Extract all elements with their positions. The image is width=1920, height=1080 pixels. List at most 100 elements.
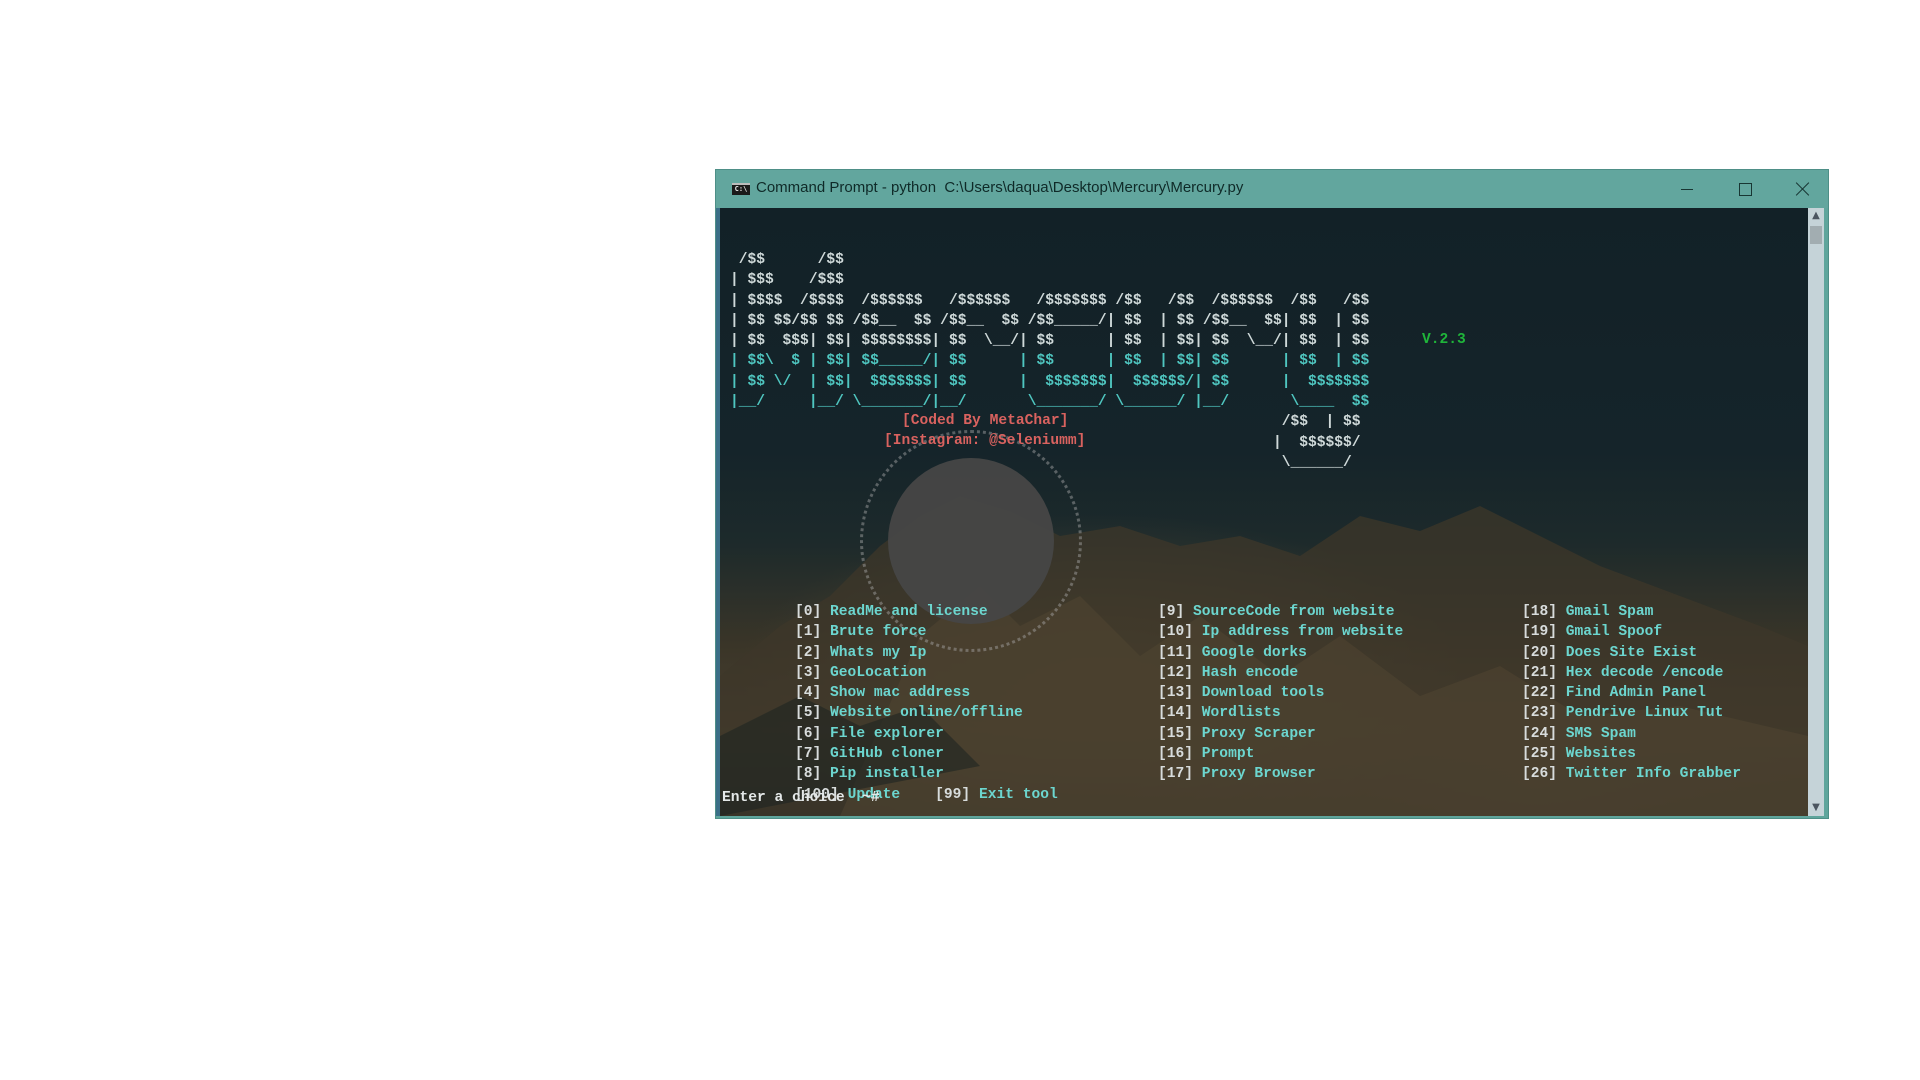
- menu-item-label: File explorer: [830, 725, 944, 742]
- menu-item-label: SourceCode from website: [1193, 604, 1395, 620]
- menu-item-label: GitHub cloner: [830, 746, 944, 763]
- window-bottom-border: [716, 816, 1828, 818]
- menu-item-number: [13]: [1158, 685, 1194, 702]
- menu-item-label: Show mac address: [830, 685, 971, 702]
- menu-item[interactable]: [0] ReadMe and license: [795, 602, 1023, 622]
- ascii-line-7: |__/ |__/ \_______/|__/ \_______/ \_____…: [730, 394, 1370, 411]
- menu-item-number: [20]: [1522, 644, 1558, 661]
- menu-item-exit[interactable]: Exit tool: [979, 787, 1058, 803]
- ascii-line-3: | $$ $$/$$ $$ /$$__ $$ /$$__ $$ /$$_____…: [730, 312, 1370, 329]
- menu-item[interactable]: [20] Does Site Exist: [1522, 643, 1741, 663]
- maximize-icon: [1738, 182, 1752, 196]
- chevron-up-icon[interactable]: ▲: [1808, 208, 1824, 224]
- menu-item-number: [10]: [1158, 624, 1194, 641]
- command-input-prompt[interactable]: Enter a choice ~#: [722, 790, 880, 806]
- menu-item-number: [14]: [1158, 705, 1194, 722]
- credit-text: [Coded By MetaChar]: [902, 413, 1069, 429]
- menu-item[interactable]: [22] Find Admin Panel: [1522, 683, 1741, 703]
- maximize-button[interactable]: [1716, 170, 1774, 208]
- menu-item-label: Websites: [1565, 746, 1636, 763]
- menu-item-number: [25]: [1522, 746, 1558, 763]
- menu-item-label: Whats my Ip: [830, 644, 927, 661]
- menu-column-3: [18] Gmail Spam [19] Gmail Spoof [20] Does…: [1522, 602, 1741, 785]
- menu-item-number: [1]: [795, 624, 822, 641]
- menu-item[interactable]: [13] Download tools: [1158, 683, 1403, 703]
- menu-item[interactable]: [23] Pendrive Linux Tut: [1522, 703, 1741, 723]
- menu-item-number: [15]: [1158, 725, 1194, 742]
- menu-item[interactable]: [8] Pip installer: [795, 764, 1023, 784]
- menu-item-label: Twitter Info Grabber: [1565, 766, 1741, 783]
- menu-item-label: Proxy Browser: [1201, 766, 1316, 783]
- menu-item-label: Wordlists: [1201, 705, 1281, 722]
- menu-item-label: Download tools: [1201, 685, 1325, 702]
- menu-item-exit-num[interactable]: [99]: [935, 787, 970, 803]
- version-label: V.2.3: [1422, 332, 1466, 348]
- menu-item-label: Pendrive Linux Tut: [1565, 705, 1724, 722]
- menu-item-number: [6]: [795, 725, 822, 742]
- menu-item[interactable]: [19] Gmail Spoof: [1522, 622, 1741, 642]
- menu-item[interactable]: [5] Website online/offline: [795, 703, 1023, 723]
- menu-column-1: [0] ReadMe and license [1] Brute force [2]…: [795, 602, 1023, 785]
- command-prompt-window: C:\ Command Prompt - python C:\Users\daq…: [716, 170, 1828, 818]
- vertical-scrollbar[interactable]: ▲ ▼: [1808, 208, 1824, 816]
- menu-item[interactable]: [15] Proxy Scraper: [1158, 724, 1403, 744]
- menu-item-number: [16]: [1158, 746, 1194, 763]
- menu-item-label: Does Site Exist: [1565, 644, 1698, 661]
- menu-item[interactable]: [14] Wordlists: [1158, 703, 1403, 723]
- window-title: Command Prompt - python C:\Users\daqua\D…: [756, 179, 1244, 196]
- menu-item[interactable]: [21] Hex decode /encode: [1522, 663, 1741, 683]
- menu-item-number: [21]: [1522, 664, 1558, 681]
- menu-item[interactable]: [10] Ip address from website: [1158, 622, 1403, 642]
- menu-item-label: Ip address from website: [1201, 624, 1404, 641]
- menu-item-number: [24]: [1522, 725, 1558, 742]
- menu-item[interactable]: [7] GitHub cloner: [795, 744, 1023, 764]
- ascii-line-5: | $$\ $ | $$| $$_____/| $$ | $$ | $$ | $…: [730, 353, 1370, 370]
- minimize-button[interactable]: [1658, 170, 1716, 208]
- menu-item[interactable]: [18] Gmail Spam: [1522, 602, 1741, 622]
- title-bar[interactable]: C:\ Command Prompt - python C:\Users\daq…: [716, 170, 1828, 208]
- close-icon: [1796, 182, 1810, 196]
- menu-item[interactable]: [6] File explorer: [795, 724, 1023, 744]
- menu-item-label: SMS Spam: [1565, 725, 1636, 742]
- menu-item[interactable]: [24] SMS Spam: [1522, 724, 1741, 744]
- menu-item-number: [4]: [795, 685, 822, 702]
- instagram-text: [Instagram: @Seleniumm]: [884, 433, 1086, 449]
- menu-item-label: ReadMe and license: [830, 604, 988, 620]
- menu-item[interactable]: [2] Whats my Ip: [795, 643, 1023, 663]
- ascii-line-1: | $$$ /$$$: [730, 272, 844, 289]
- menu-item-number: [11]: [1158, 644, 1194, 661]
- menu-item[interactable]: [25] Websites: [1522, 744, 1741, 764]
- ascii-line-6: | $$ \/ | $$| $$$$$$$| $$ | $$$$$$$| $$$…: [730, 373, 1370, 390]
- menu-item[interactable]: [16] Prompt: [1158, 744, 1403, 764]
- menu-item-number: [17]: [1158, 766, 1194, 783]
- menu-item-number: [5]: [795, 705, 822, 722]
- menu-item[interactable]: [26] Twitter Info Grabber: [1522, 764, 1741, 784]
- menu-item-label: Proxy Scraper: [1201, 725, 1316, 742]
- menu-item[interactable]: [9] SourceCode from website: [1158, 602, 1403, 622]
- menu-item[interactable]: [12] Hash encode: [1158, 663, 1403, 683]
- ascii-line-4: | $$ $$$| $$| $$$$$$$$| $$ \__/| $$ | $$…: [730, 333, 1370, 350]
- terminal-output[interactable]: /$$ /$$ | $$$ /$$$ | $$$$ /$$$$ /$$$$$$ …: [720, 208, 1808, 816]
- menu-item-label: Pip installer: [830, 766, 944, 783]
- menu-item-label: Gmail Spam: [1565, 604, 1654, 620]
- menu-item-label: Hex decode /encode: [1565, 664, 1724, 681]
- menu-item[interactable]: [11] Google dorks: [1158, 643, 1403, 663]
- menu-item-label: Website online/offline: [830, 705, 1023, 722]
- menu-item-label: Gmail Spoof: [1565, 624, 1663, 641]
- chevron-down-icon[interactable]: ▼: [1808, 800, 1824, 816]
- menu-item-label: Brute force: [830, 624, 927, 641]
- menu-item[interactable]: [17] Proxy Browser: [1158, 764, 1403, 784]
- menu-item-number: [23]: [1522, 705, 1558, 722]
- scrollbar-thumb[interactable]: [1810, 226, 1822, 244]
- menu-item[interactable]: [4] Show mac address: [795, 683, 1023, 703]
- menu-item[interactable]: [1] Brute force: [795, 622, 1023, 642]
- circle-overlay: [888, 458, 1054, 624]
- menu-item-number: [18]: [1522, 604, 1558, 620]
- menu-item-number: [0]: [795, 604, 822, 620]
- menu-item-number: [3]: [795, 664, 822, 681]
- close-button[interactable]: [1774, 170, 1832, 208]
- menu-item[interactable]: [3] GeoLocation: [795, 663, 1023, 683]
- cmd-icon: C:\: [732, 183, 750, 195]
- menu-column-2: [9] SourceCode from website [10] Ip addre…: [1158, 602, 1403, 785]
- menu-item-number: [8]: [795, 766, 822, 783]
